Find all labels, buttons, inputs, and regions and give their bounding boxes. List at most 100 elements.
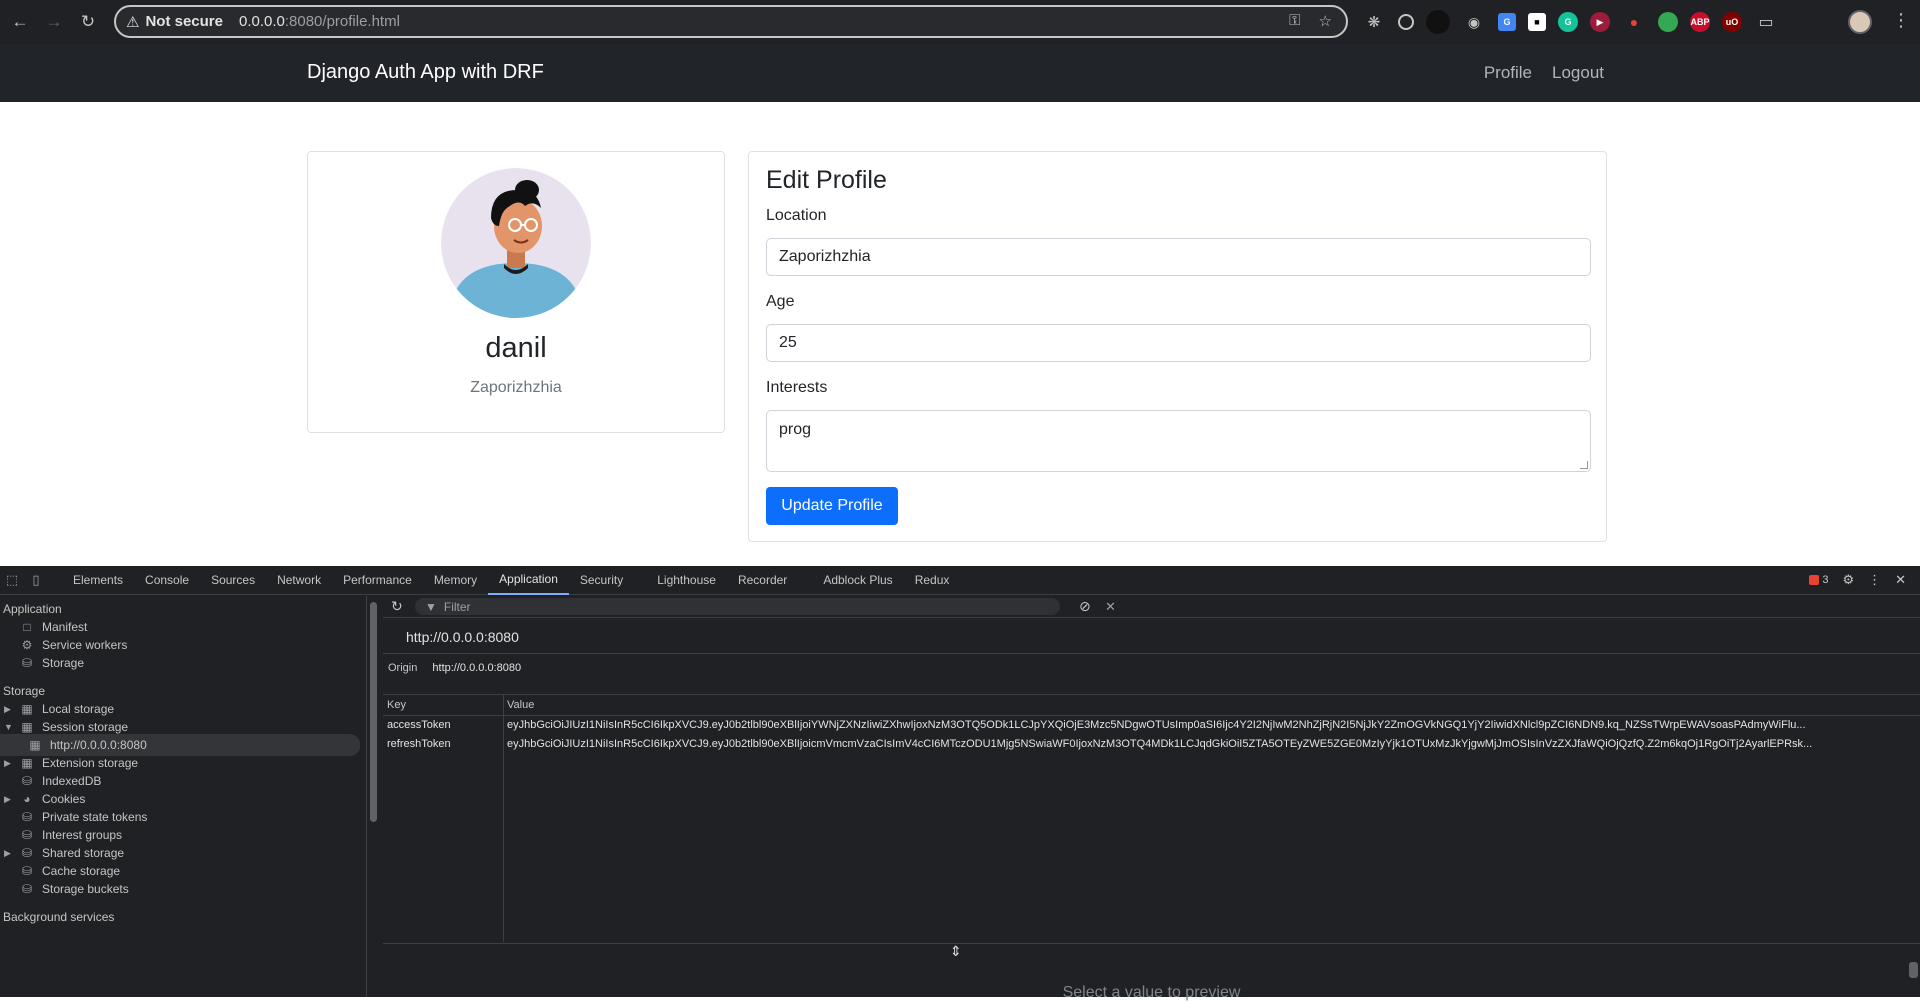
sidebar-scrollbar[interactable] <box>368 598 378 986</box>
extension-green-icon[interactable] <box>1658 12 1678 32</box>
tab-security[interactable]: Security <box>569 566 634 595</box>
gears-icon: ⚙ <box>21 638 33 652</box>
textarea-resize-handle[interactable] <box>1580 461 1588 469</box>
divider <box>383 653 1920 654</box>
tab-lighthouse[interactable]: Lighthouse <box>646 566 727 595</box>
sidebar-item-label: Manifest <box>42 620 88 634</box>
edit-profile-title: Edit Profile <box>766 166 887 194</box>
tab-application[interactable]: Application <box>488 566 569 595</box>
database-icon: ⛁ <box>21 656 33 670</box>
grammarly-icon[interactable]: G <box>1558 12 1578 32</box>
collapse-arrow-icon[interactable]: ▼ <box>4 722 14 732</box>
clear-all-icon[interactable]: ⊘ <box>1079 598 1091 615</box>
sidebar-item-label: Cookies <box>42 792 86 806</box>
tab-sources[interactable]: Sources <box>200 566 266 595</box>
error-badge[interactable]: 3 <box>1809 574 1828 586</box>
forward-icon[interactable]: → <box>40 8 68 36</box>
origin-label: Origin <box>388 662 418 674</box>
inspect-element-icon[interactable]: ⬚ <box>0 572 24 588</box>
row-value[interactable]: eyJhbGciOiJIUzI1NiIsInR5cCI6IkpXVCJ9.eyJ… <box>507 719 1907 731</box>
tab-performance[interactable]: Performance <box>332 566 423 595</box>
database-icon: ⛁ <box>21 846 33 860</box>
extension-target-icon[interactable] <box>1398 14 1414 30</box>
tab-memory[interactable]: Memory <box>423 566 488 595</box>
update-profile-button[interactable]: Update Profile <box>766 487 898 525</box>
sidebar-scroll-thumb[interactable] <box>370 602 377 822</box>
reload-icon[interactable]: ↻ <box>74 8 102 36</box>
table-icon: ▦ <box>21 720 33 734</box>
record-icon[interactable]: ▶ <box>1590 12 1610 32</box>
age-label: Age <box>766 293 795 310</box>
tab-adblock-plus[interactable]: Adblock Plus <box>812 566 903 595</box>
browser-profile-avatar[interactable] <box>1848 10 1872 34</box>
profile-username: danil <box>485 332 547 364</box>
main-scrollbar[interactable] <box>1909 940 1918 990</box>
tab-elements[interactable]: Elements <box>62 566 134 595</box>
key-column-header[interactable]: Key <box>387 699 406 711</box>
camera-icon[interactable]: ◉ <box>1462 10 1486 34</box>
sidebar-section-application: Application <box>3 602 62 616</box>
age-input[interactable]: 25 <box>766 324 1591 362</box>
adblock-plus-icon[interactable]: ABP <box>1690 12 1710 32</box>
security-indicator[interactable]: Not secure <box>145 13 223 30</box>
interests-text: prog <box>779 421 812 438</box>
browser-menu-icon[interactable]: ⋮ <box>1892 10 1910 31</box>
error-count: 3 <box>1822 574 1829 586</box>
sidebar-item-label: Local storage <box>42 702 115 716</box>
url-host: 0.0.0.0 <box>238 13 285 30</box>
bookmark-star-icon[interactable]: ☆ <box>1319 12 1332 30</box>
tab-console[interactable]: Console <box>134 566 200 595</box>
row-value[interactable]: eyJhbGciOiJIUzI1NiIsInR5cCI6IkpXVCJ9.eyJ… <box>507 738 1907 750</box>
app-brand[interactable]: Django Auth App with DRF <box>307 61 544 84</box>
database-icon: ⛁ <box>21 774 33 788</box>
back-icon[interactable]: ← <box>6 8 34 36</box>
sidebar-item-label: Shared storage <box>42 846 125 860</box>
interests-textarea[interactable]: prog <box>766 410 1591 472</box>
extension-box-icon[interactable]: ■ <box>1528 13 1546 31</box>
close-devtools-icon[interactable]: ✕ <box>1895 572 1906 588</box>
table-row[interactable]: refreshToken eyJhbGciOiJIUzI1NiIsInR5cCI… <box>383 735 1920 754</box>
sidebar-item-label: Session storage <box>42 720 129 734</box>
tab-recorder[interactable]: Recorder <box>727 566 798 595</box>
tab-redux[interactable]: Redux <box>904 566 961 595</box>
table-icon: ▦ <box>29 738 41 752</box>
delete-selected-icon[interactable]: ✕ <box>1105 599 1116 615</box>
puzzle-icon[interactable]: ▭ <box>1754 10 1778 34</box>
nav-logout-link[interactable]: Logout <box>1552 63 1604 83</box>
storage-toolbar: ↻ ▼ Filter ⊘ ✕ <box>383 596 1920 618</box>
pane-resize-icon[interactable]: ⇕ <box>950 943 962 960</box>
tab-network[interactable]: Network <box>266 566 332 595</box>
devtools-tabbar: ⬚ ▯ Elements Console Sources Network Per… <box>0 566 1920 595</box>
settings-gear-icon[interactable]: ⚙ <box>1842 572 1854 588</box>
ublock-icon[interactable]: uO <box>1722 12 1742 32</box>
key-icon[interactable]: ⚿ <box>1289 12 1300 30</box>
row-key[interactable]: accessToken <box>387 719 451 731</box>
expand-arrow-icon[interactable]: ▶ <box>4 704 14 715</box>
sidebar-item-storage-buckets[interactable]: ⛁ Storage buckets <box>0 878 360 900</box>
filter-input[interactable]: ▼ Filter <box>415 598 1060 615</box>
nav-profile-link[interactable]: Profile <box>1484 63 1532 83</box>
sidebar-item-storage[interactable]: ⛁ Storage <box>0 652 360 674</box>
translate-icon[interactable]: G <box>1498 13 1516 31</box>
edit-profile-card: Edit Profile Location Zaporizhzhia Age 2… <box>748 151 1607 542</box>
expand-arrow-icon[interactable]: ▶ <box>4 794 14 805</box>
extensions-row: ❋ ◉ G ■ G ▶ ● ABP uO ▭ <box>1362 10 1778 34</box>
device-toolbar-icon[interactable]: ▯ <box>24 572 48 588</box>
extension-dark-icon[interactable] <box>1426 10 1450 34</box>
refresh-icon[interactable]: ↻ <box>391 598 403 615</box>
devtools-menu-icon[interactable]: ⋮ <box>1868 572 1881 588</box>
sidebar-section-background-services: Background services <box>3 910 115 924</box>
sidebar-item-label: Extension storage <box>42 756 139 770</box>
row-key[interactable]: refreshToken <box>387 738 451 750</box>
document-icon: □ <box>23 620 31 634</box>
expand-arrow-icon[interactable]: ▶ <box>4 848 14 859</box>
main-scroll-thumb[interactable] <box>1909 962 1918 978</box>
extension-red-icon[interactable]: ● <box>1622 10 1646 34</box>
location-input[interactable]: Zaporizhzhia <box>766 238 1591 276</box>
expand-arrow-icon[interactable]: ▶ <box>4 758 14 769</box>
preview-placeholder: Select a value to preview <box>1062 984 1241 1001</box>
address-bar[interactable]: ⚠ Not secure 0.0.0.0 :8080/profile.html … <box>114 5 1348 38</box>
value-column-header[interactable]: Value <box>507 699 534 711</box>
table-row[interactable]: accessToken eyJhbGciOiJIUzI1NiIsInR5cCI6… <box>383 716 1920 735</box>
extension-gear-icon[interactable]: ❋ <box>1362 10 1386 34</box>
